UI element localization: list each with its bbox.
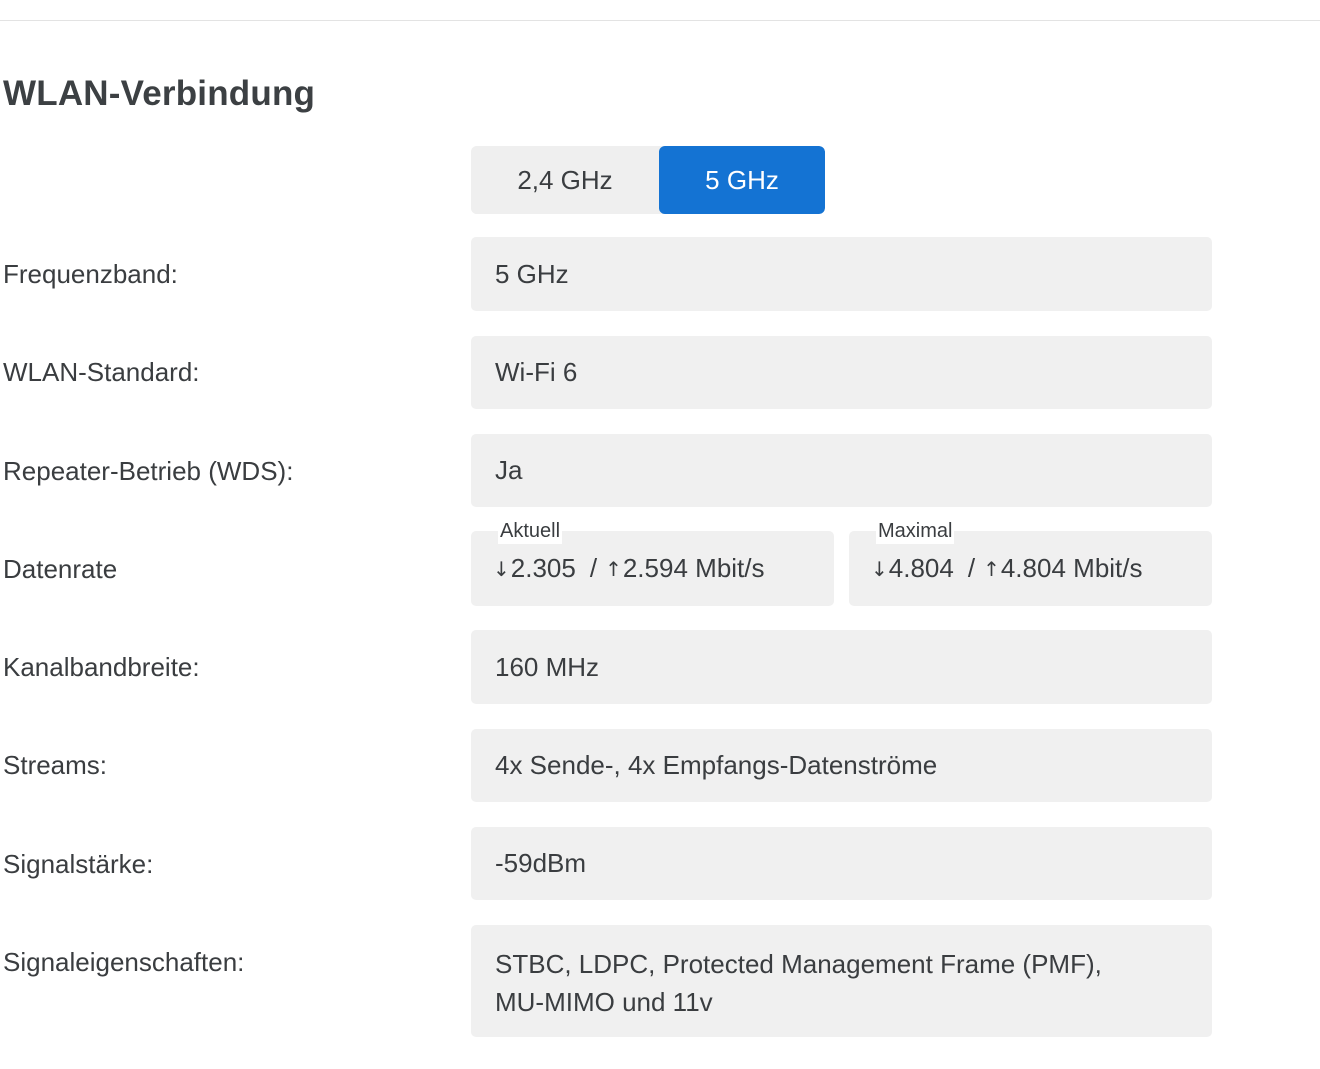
maximal-unit: Mbit/s [1073, 553, 1143, 583]
separator: / [589, 553, 598, 583]
signaleigenschaften-label: Signaleigenschaften: [3, 947, 245, 977]
section-title: WLAN-Verbindung [3, 74, 316, 113]
arrow-down-icon: ↓ [871, 556, 888, 581]
signaleigenschaften-line-1: STBC, LDPC, Protected Management Frame (… [495, 949, 1102, 979]
band-switch: 2,4 GHz 5 GHz [471, 146, 825, 214]
datenrate-aktuell-caption: Aktuell [498, 518, 563, 544]
streams-label: Streams: [3, 750, 108, 780]
top-divider [0, 20, 1320, 21]
frequenzband-value: 5 GHz [471, 237, 1212, 311]
aktuell-down-value: 2.305 [510, 553, 576, 583]
repeater-value: Ja [471, 434, 1212, 507]
signalstaerke-label: Signalstärke: [3, 849, 154, 879]
arrow-up-icon: ↑ [983, 556, 1000, 581]
maximal-down-value: 4.804 [888, 553, 954, 583]
frequenzband-label: Frequenzband: [3, 259, 178, 289]
datenrate-maximal-caption: Maximal [876, 518, 955, 544]
datenrate-label: Datenrate [3, 554, 118, 584]
band-button-2-4ghz[interactable]: 2,4 GHz [471, 146, 659, 214]
wlan-standard-label: WLAN-Standard: [3, 357, 200, 387]
kanalbandbreite-label: Kanalbandbreite: [3, 652, 200, 682]
separator: / [967, 553, 976, 583]
kanalbandbreite-value: 160 MHz [471, 630, 1212, 704]
maximal-up-value: 4.804 [1000, 553, 1066, 583]
streams-value: 4x Sende-, 4x Empfangs-Datenströme [471, 729, 1212, 802]
wlan-standard-value: Wi-Fi 6 [471, 336, 1212, 409]
arrow-up-icon: ↑ [605, 556, 622, 581]
aktuell-unit: Mbit/s [695, 553, 765, 583]
signalstaerke-value: -59dBm [471, 827, 1212, 900]
band-button-5ghz[interactable]: 5 GHz [659, 146, 825, 214]
aktuell-up-value: 2.594 [622, 553, 688, 583]
arrow-down-icon: ↓ [493, 556, 510, 581]
signaleigenschaften-line-2: MU-MIMO und 11v [495, 987, 713, 1017]
repeater-label: Repeater-Betrieb (WDS): [3, 456, 294, 486]
signaleigenschaften-value: STBC, LDPC, Protected Management Frame (… [471, 925, 1212, 1037]
